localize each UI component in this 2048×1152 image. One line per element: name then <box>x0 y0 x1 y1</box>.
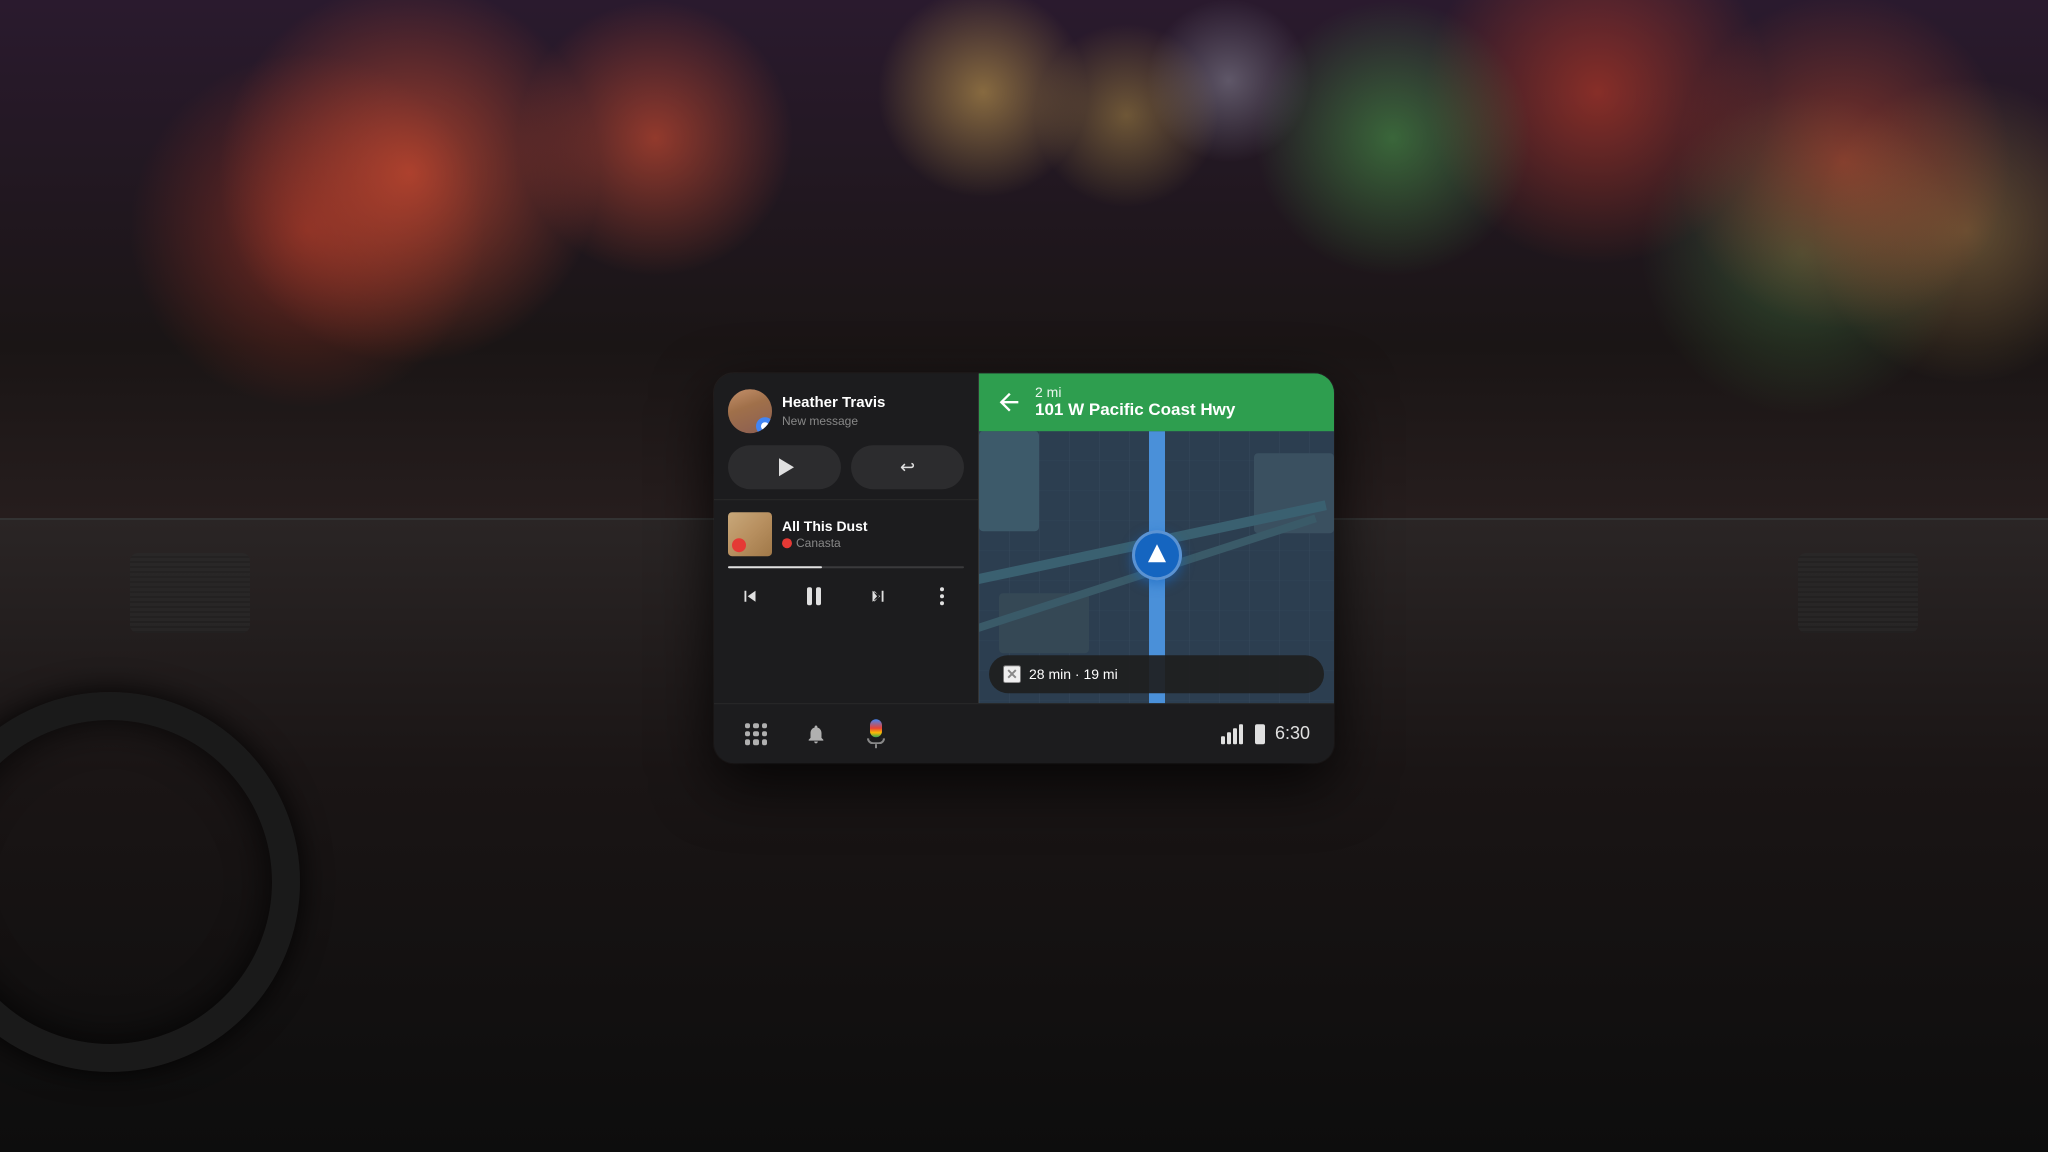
message-badge-icon <box>761 422 769 430</box>
nav-road-name: 101 W Pacific Coast Hwy <box>1035 400 1320 420</box>
track-info: All This Dust Canasta <box>782 518 964 551</box>
notifications-button[interactable] <box>798 716 834 752</box>
more-options-button[interactable] <box>924 578 960 614</box>
signal-icon <box>1221 724 1243 744</box>
skip-prev-icon <box>739 585 761 607</box>
android-auto-display: Heather Travis New message ↩ <box>714 373 1334 763</box>
record-icon <box>782 539 792 549</box>
nav-distance: 2 mi <box>1035 384 1320 400</box>
bell-icon <box>805 723 827 745</box>
apps-button[interactable] <box>738 716 774 752</box>
car-direction-arrow <box>1148 544 1166 562</box>
skip-next-button[interactable] <box>860 578 896 614</box>
turn-left-icon <box>995 388 1023 416</box>
map-block-1 <box>979 431 1039 531</box>
more-icon <box>940 587 944 605</box>
artist-name: Canasta <box>782 537 964 551</box>
artist-name-text: Canasta <box>796 537 841 551</box>
progress-bar[interactable] <box>728 566 964 568</box>
avatar-badge <box>756 417 772 433</box>
message-sender: Heather Travis New message <box>728 389 964 433</box>
music-controls <box>728 578 964 614</box>
bottom-bar: 6:30 <box>714 703 1334 763</box>
pause-button[interactable] <box>796 578 832 614</box>
eta-close-button[interactable]: ✕ <box>1003 665 1021 683</box>
eta-text: 28 min · 19 mi <box>1029 666 1118 682</box>
music-info: All This Dust Canasta <box>728 512 964 556</box>
avatar <box>728 389 772 433</box>
reply-icon: ↩ <box>900 457 915 478</box>
assistant-button[interactable] <box>858 716 894 752</box>
progress-fill <box>728 566 822 568</box>
skip-next-icon <box>867 585 889 607</box>
microphone-icon <box>865 719 887 749</box>
battery-icon <box>1255 724 1265 744</box>
turn-arrow <box>993 386 1025 418</box>
eta-bar: ✕ 28 min · 19 mi <box>989 655 1324 693</box>
display-content: Heather Travis New message ↩ <box>714 373 1334 703</box>
reply-message-button[interactable]: ↩ <box>851 445 964 489</box>
play-message-button[interactable] <box>728 445 841 489</box>
car-circle <box>1132 530 1182 580</box>
sender-name: Heather Travis <box>782 394 964 412</box>
album-art <box>728 512 772 556</box>
speaker-right <box>1798 553 1918 633</box>
map-panel[interactable]: 2 mi 101 W Pacific Coast Hwy ✕ 28 min · … <box>979 373 1334 703</box>
grid-icon <box>745 723 767 745</box>
bottom-right-status: 6:30 <box>1221 723 1310 744</box>
message-label: New message <box>782 414 964 428</box>
left-panel: Heather Travis New message ↩ <box>714 373 979 703</box>
play-icon <box>779 458 794 476</box>
music-card: All This Dust Canasta <box>714 500 978 703</box>
speaker-left <box>130 553 250 633</box>
time-display: 6:30 <box>1275 723 1310 744</box>
car-marker <box>1132 530 1182 580</box>
message-actions: ↩ <box>728 445 964 489</box>
message-card: Heather Travis New message ↩ <box>714 373 978 500</box>
nav-header: 2 mi 101 W Pacific Coast Hwy <box>979 373 1334 431</box>
track-name: All This Dust <box>782 518 964 535</box>
skip-prev-button[interactable] <box>732 578 768 614</box>
sender-info: Heather Travis New message <box>782 394 964 428</box>
nav-info: 2 mi 101 W Pacific Coast Hwy <box>1035 384 1320 420</box>
bottom-left-icons <box>738 716 894 752</box>
pause-icon <box>807 587 821 605</box>
